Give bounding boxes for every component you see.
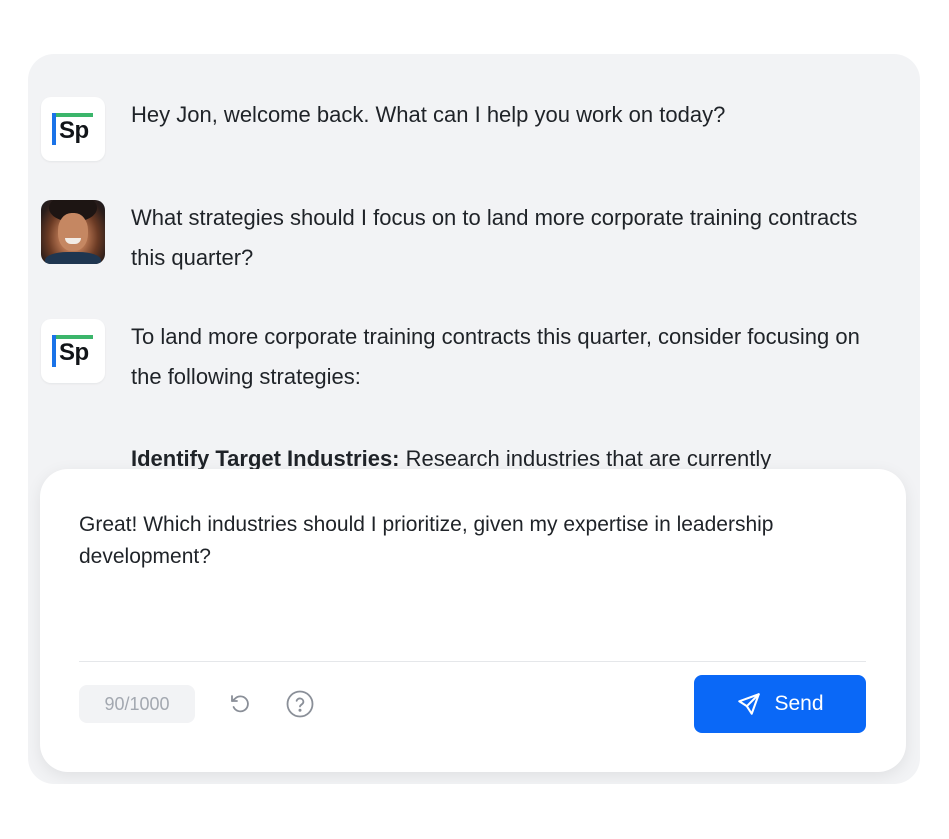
message-input[interactable]: Great! Which industries should I priorit… <box>79 509 839 573</box>
rotate-ccw-icon[interactable] <box>224 688 256 720</box>
help-circle-icon[interactable] <box>284 688 316 720</box>
composer-divider <box>79 661 866 662</box>
chat-panel: Sp Hey Jon, welcome back. What can I hel… <box>28 54 920 784</box>
message-text: Hey Jon, welcome back. What can I help y… <box>131 102 726 127</box>
list-item-heading: Identify Target Industries: <box>131 446 400 471</box>
character-counter: 90/1000 <box>79 685 195 723</box>
assistant-message: Sp Hey Jon, welcome back. What can I hel… <box>41 97 876 161</box>
user-message: What strategies should I focus on to lan… <box>41 200 876 278</box>
logo-blue-bar <box>52 113 56 145</box>
message-list[interactable]: Sp Hey Jon, welcome back. What can I hel… <box>28 54 920 474</box>
list-item-text: Research industries that are currently <box>405 446 772 471</box>
assistant-avatar: Sp <box>41 319 105 383</box>
message-text: To land more corporate training contract… <box>131 324 860 389</box>
send-button-label: Send <box>774 692 824 715</box>
logo-text: Sp <box>59 117 89 144</box>
assistant-message: Sp To land more corporate training contr… <box>41 319 876 474</box>
message-composer: Great! Which industries should I priorit… <box>40 469 906 772</box>
message-body: To land more corporate training contract… <box>105 319 876 474</box>
logo-text: Sp <box>59 339 89 366</box>
logo-blue-bar <box>52 335 56 367</box>
user-avatar <box>41 200 105 264</box>
send-button[interactable]: Send <box>694 675 866 733</box>
send-icon <box>736 691 762 717</box>
message-text: What strategies should I focus on to lan… <box>131 205 858 270</box>
assistant-avatar: Sp <box>41 97 105 161</box>
